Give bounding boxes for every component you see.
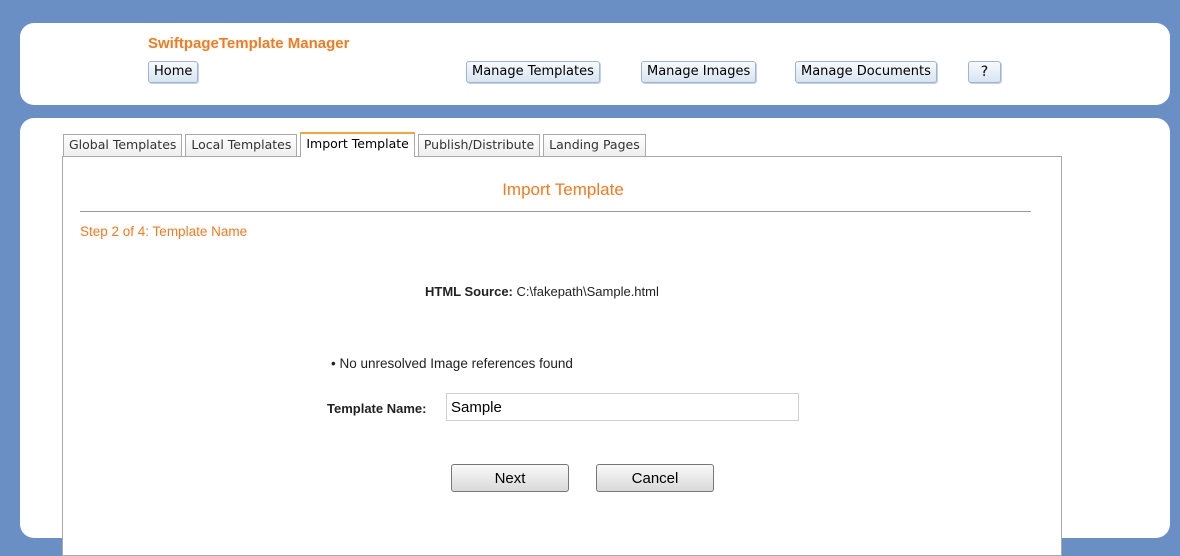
tab-bar: Global Templates Local Templates Import …: [63, 132, 646, 157]
next-button[interactable]: Next: [451, 464, 569, 492]
title-divider: [80, 211, 1031, 212]
image-references-message: • No unresolved Image references found: [331, 356, 573, 371]
html-source-value: C:\fakepath\Sample.html: [516, 284, 659, 299]
tab-import-template[interactable]: Import Template: [300, 132, 415, 157]
header-panel: SwiftpageTemplate Manager Home Manage Te…: [20, 23, 1170, 105]
import-template-form: Import Template Step 2 of 4: Template Na…: [62, 156, 1062, 556]
section-title: Import Template: [502, 180, 624, 199]
image-references-text: No unresolved Image references found: [339, 356, 573, 371]
template-name-label: Template Name:: [327, 401, 427, 416]
bullet-icon: •: [331, 356, 336, 371]
manage-images-button[interactable]: Manage Images: [641, 61, 757, 83]
home-button[interactable]: Home: [148, 61, 199, 83]
step-label: Step 2 of 4: Template Name: [80, 224, 248, 239]
tab-publish-distribute[interactable]: Publish/Distribute: [417, 134, 541, 156]
help-button[interactable]: ?: [968, 61, 1001, 83]
app-title: SwiftpageTemplate Manager: [148, 35, 350, 52]
html-source-label: HTML Source:: [425, 284, 513, 299]
tab-landing-pages[interactable]: Landing Pages: [543, 134, 646, 156]
template-name-input[interactable]: [446, 393, 799, 421]
tab-global-templates[interactable]: Global Templates: [63, 134, 183, 156]
manage-documents-button[interactable]: Manage Documents: [795, 61, 937, 83]
cancel-button[interactable]: Cancel: [596, 464, 714, 492]
manage-templates-button[interactable]: Manage Templates: [466, 61, 600, 83]
main-panel: Global Templates Local Templates Import …: [20, 118, 1170, 556]
tab-local-templates[interactable]: Local Templates: [185, 134, 298, 156]
html-source-line: HTML Source: C:\fakepath\Sample.html: [425, 284, 659, 299]
